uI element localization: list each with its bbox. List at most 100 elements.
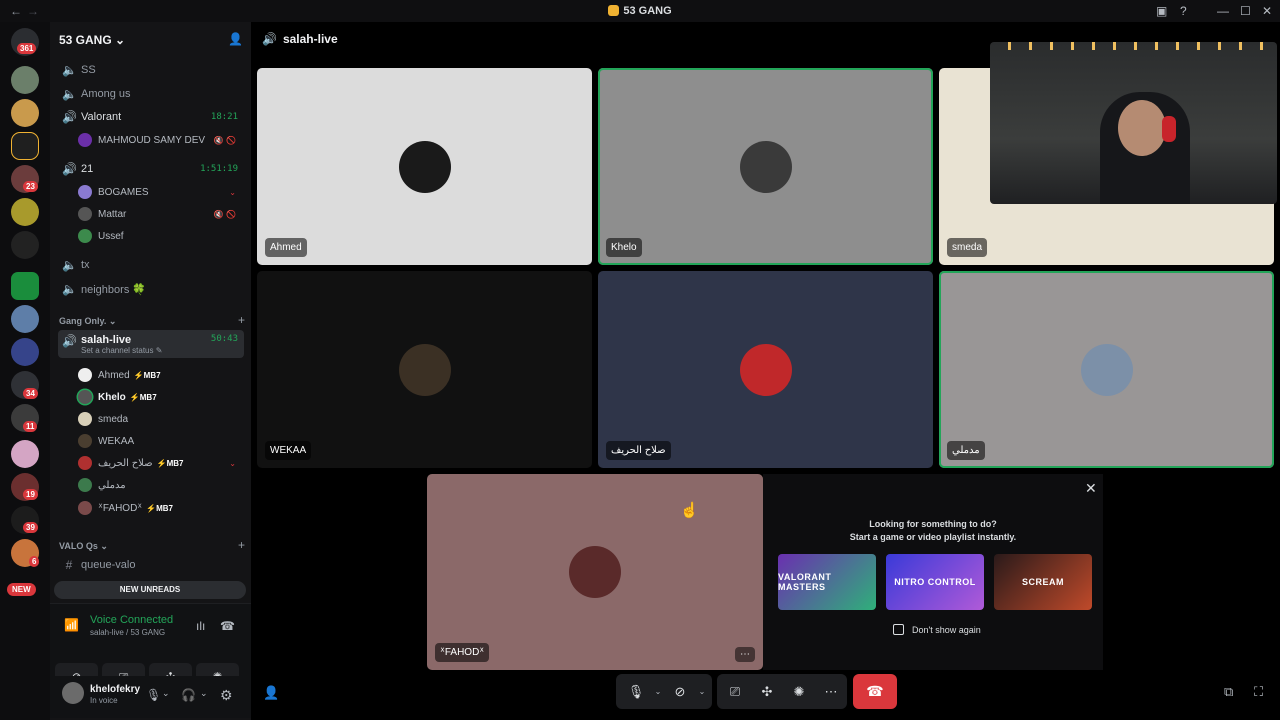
user-name: smeda — [98, 413, 129, 425]
chevron-down-icon: ⌄ — [108, 316, 117, 326]
participant-tile[interactable]: ᕁFAHODᕁ ⋯ — [427, 474, 763, 670]
channel-21[interactable]: 🔊 21 1:51:19 — [58, 158, 244, 180]
channel-tx[interactable]: 🔈 tx — [58, 254, 244, 276]
add-channel-icon[interactable]: + — [238, 539, 245, 552]
server-icon[interactable] — [11, 272, 39, 300]
disconnect-icon[interactable]: ☎ — [220, 619, 235, 633]
chevron-down-icon[interactable]: ⌄ — [162, 688, 170, 699]
more-icon[interactable]: ⋯ — [817, 684, 845, 700]
voice-user[interactable]: MAHMOUD SAMY DEV 🔇 🚫 — [78, 130, 244, 150]
channel-salah-live[interactable]: 🔊 salah-live 50:43 Set a channel status ✎ — [58, 330, 244, 358]
participant-tile[interactable]: Ahmed — [257, 68, 592, 265]
channel-neighbors[interactable]: 🔈 neighbors 🍀 — [58, 278, 244, 300]
activity-card-nitro-control[interactable]: NITRO CONTROL — [886, 554, 984, 610]
dont-show-again-checkbox[interactable]: Don't show again — [893, 624, 981, 635]
inbox-icon[interactable]: ▣ — [1156, 4, 1167, 18]
help-icon[interactable]: ? — [1180, 4, 1187, 18]
microphone-icon[interactable]: 🎙 — [622, 684, 650, 700]
chevron-up-icon[interactable]: ⌄ — [650, 687, 666, 696]
server-icon[interactable] — [11, 305, 39, 333]
voice-channel-path[interactable]: salah-live / 53 GANG — [90, 628, 165, 637]
chevron-up-icon[interactable]: ⌄ — [694, 687, 710, 696]
server-icon[interactable] — [11, 99, 39, 127]
channel-label: queue-valo — [81, 559, 136, 571]
user-tag: ⚡MB7 — [146, 503, 173, 513]
participant-tile[interactable]: Khelo — [598, 68, 933, 265]
minimize-icon[interactable]: — — [1217, 4, 1229, 18]
user-tag-text: MB7 — [139, 392, 157, 402]
channel-header: 🔊 salah-live — [262, 32, 338, 46]
server-icon[interactable] — [11, 440, 39, 468]
chevron-down-icon: ⌄ — [100, 541, 108, 551]
avatar — [78, 207, 92, 221]
channel-label: neighbors 🍀 — [81, 283, 147, 296]
set-channel-status[interactable]: Set a channel status ✎ — [81, 346, 162, 355]
category-gang-only[interactable]: Gang Only. ⌄ + — [59, 314, 245, 327]
voice-user[interactable]: Mattar 🔇 🚫 — [78, 204, 244, 224]
user-name: Mattar — [98, 208, 127, 220]
speaker-icon: 🔈 — [62, 87, 77, 101]
participant-tile[interactable]: مدملي — [939, 271, 1274, 468]
activities-icon[interactable]: ✣ — [753, 684, 781, 700]
hashtag-icon: # — [65, 558, 73, 572]
participant-name: Khelo — [606, 238, 642, 257]
voice-connected-label[interactable]: Voice Connected — [90, 614, 173, 626]
category-valo-qs[interactable]: VALO Qs ⌄ + — [59, 539, 245, 552]
invite-icon[interactable]: 👤 — [263, 685, 279, 701]
voice-user[interactable]: Ahmed ⚡MB7 — [78, 365, 244, 385]
participant-tile[interactable]: صلاح الحريف — [598, 271, 933, 468]
channel-label: Valorant — [81, 111, 122, 123]
server-icon-53-gang[interactable] — [11, 132, 39, 160]
gear-icon[interactable]: ⚙ — [220, 687, 233, 704]
channel-ss[interactable]: 🔈 SS — [58, 59, 244, 81]
screen-share-icon[interactable]: ⎚ — [721, 684, 749, 700]
voice-user[interactable]: مدملي — [78, 475, 244, 495]
activity-prompt: Looking for something to do? Start a game… — [763, 518, 1103, 544]
participant-name: Ahmed — [265, 238, 307, 257]
voice-user-speaking[interactable]: Khelo ⚡MB7 — [78, 387, 244, 407]
username[interactable]: khelofekry — [90, 684, 140, 695]
microphone-icon[interactable]: 🎙 — [146, 688, 161, 702]
server-icon[interactable] — [11, 198, 39, 226]
new-unreads-button[interactable]: NEW UNREADS — [54, 581, 246, 599]
channel-valorant[interactable]: 🔊 Valorant 18:21 — [58, 106, 244, 128]
noise-suppression-icon[interactable]: ılı — [196, 619, 205, 633]
new-servers-badge[interactable]: NEW — [7, 583, 36, 596]
voice-user[interactable]: ᕁFAHODᕁ ⚡MB7 — [78, 498, 244, 518]
more-options-icon[interactable]: ⋯ — [735, 647, 755, 662]
activity-card-valorant[interactable]: VALORANT MASTERS — [778, 554, 876, 610]
voice-user[interactable]: صلاح الحريف ⚡MB7 ⌄ — [78, 453, 244, 473]
soundboard-icon[interactable]: ✺ — [785, 684, 813, 700]
headphones-icon[interactable]: 🎧 — [181, 688, 196, 702]
user-tag: ⚡MB7 — [133, 370, 161, 380]
face — [1118, 100, 1166, 156]
add-channel-icon[interactable]: + — [238, 314, 245, 327]
voice-user[interactable]: smeda — [78, 409, 244, 429]
unread-badge: 39 — [23, 522, 38, 533]
maximize-icon[interactable]: ☐ — [1240, 4, 1251, 18]
add-member-icon[interactable]: 👤 — [228, 32, 243, 46]
voice-user[interactable]: Ussef — [78, 226, 244, 246]
fullscreen-icon[interactable]: ⛶ — [1254, 684, 1263, 700]
server-icon[interactable] — [11, 338, 39, 366]
chevron-down-icon[interactable]: ⌄ — [200, 688, 208, 699]
guild-name: 53 GANG — [59, 33, 112, 47]
unread-badge: 6 — [29, 556, 40, 567]
channel-queue-valo[interactable]: # queue-valo — [58, 554, 244, 576]
disconnect-button[interactable]: ☎ — [853, 674, 897, 709]
camera-off-icon[interactable]: ⊘ — [666, 684, 694, 700]
close-window-icon[interactable]: ✕ — [1262, 4, 1272, 18]
avatar[interactable] — [62, 682, 84, 704]
guild-header[interactable]: 53 GANG ⌄ — [59, 33, 125, 47]
close-icon[interactable]: ✕ — [1085, 480, 1097, 497]
voice-user[interactable]: BOGAMES ⌄ — [78, 182, 244, 202]
participant-tile[interactable]: WEKAA — [257, 271, 592, 468]
server-icon[interactable] — [11, 66, 39, 94]
activity-card-scream[interactable]: SCREAM — [994, 554, 1092, 610]
signal-icon[interactable]: 📶 — [64, 618, 79, 632]
voice-user[interactable]: WEKAA — [78, 431, 244, 451]
pop-out-icon[interactable]: ⧉ — [1224, 684, 1233, 700]
voice-duration: 50:43 — [210, 334, 238, 344]
channel-among-us[interactable]: 🔈 Among us — [58, 83, 244, 105]
server-icon[interactable] — [11, 231, 39, 259]
